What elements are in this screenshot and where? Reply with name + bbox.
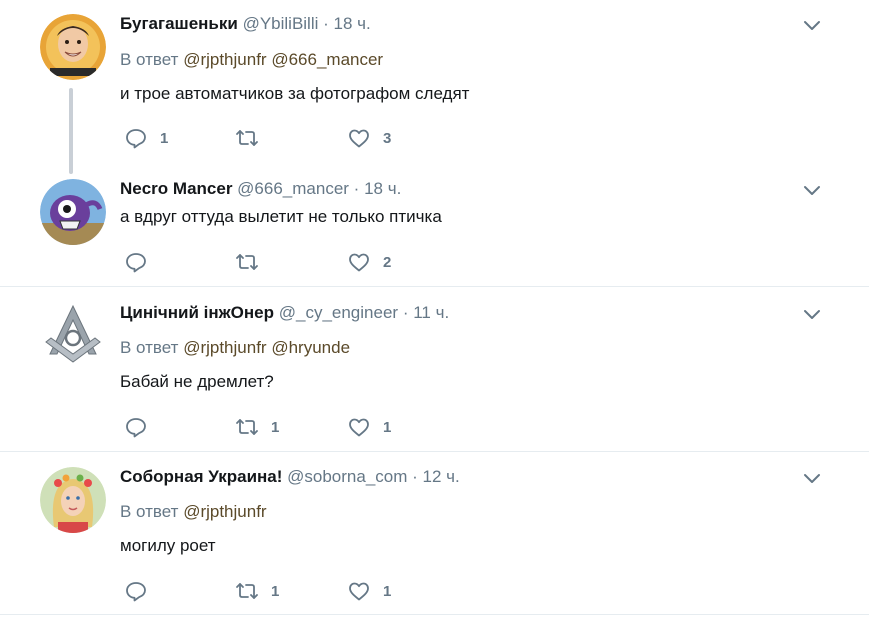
tweet-text: а вдруг оттуда вылетит не только птичка (120, 207, 442, 226)
reply-prefix: В ответ (120, 338, 179, 357)
reply-button[interactable] (124, 580, 160, 602)
retweet-count: 1 (271, 418, 280, 436)
display-name[interactable]: Соборная Украина! (120, 467, 282, 486)
like-button[interactable]: 3 (347, 127, 391, 149)
separator-dot: · (402, 303, 409, 322)
chevron-down-icon[interactable] (803, 472, 821, 484)
username[interactable]: @_cy_engineer (279, 303, 398, 322)
retweet-icon (236, 419, 258, 435)
reply-prefix: В ответ (120, 50, 179, 69)
chevron-down-icon[interactable] (803, 19, 821, 31)
tweet-text: могилу роет (120, 536, 216, 555)
tweet-divider (0, 614, 869, 615)
retweet-icon (236, 583, 258, 599)
reply-context: В ответ @rjpthjunfr @666_mancer (120, 50, 383, 70)
avatar-image (40, 179, 106, 245)
retweet-icon (236, 130, 258, 146)
like-count: 2 (383, 253, 392, 271)
separator-dot: · (353, 179, 360, 198)
timestamp[interactable]: 18 ч. (334, 14, 371, 33)
retweet-count: 1 (271, 582, 280, 600)
like-count: 1 (383, 418, 392, 436)
tweet-header: Necro Mancer @666_mancer · 18 ч. (120, 179, 401, 199)
tweet-header: Цинічний інжОнер @_cy_engineer · 11 ч. (120, 303, 449, 323)
retweet-button[interactable]: 1 (235, 580, 279, 602)
timestamp[interactable]: 12 ч. (423, 467, 460, 486)
reply-icon (126, 582, 146, 602)
mention-link[interactable]: @rjpthjunfr (183, 502, 266, 521)
like-button[interactable]: 1 (347, 580, 391, 602)
avatar[interactable] (40, 14, 106, 80)
tweet-header: Соборная Украина! @soborna_com · 12 ч. (120, 467, 460, 487)
like-icon (349, 582, 369, 601)
username[interactable]: @YbiliBilli (243, 14, 319, 33)
mention-link[interactable]: @rjpthjunfr (183, 50, 266, 69)
tweet-divider (0, 286, 869, 287)
avatar-image (40, 14, 106, 80)
like-icon (349, 129, 369, 148)
username[interactable]: @soborna_com (287, 467, 407, 486)
tweet-text: Бабай не дремлет? (120, 372, 274, 391)
like-button[interactable]: 1 (347, 416, 391, 438)
mention-link[interactable]: @hryunde (271, 338, 350, 357)
avatar[interactable] (40, 467, 106, 533)
username[interactable]: @666_mancer (237, 179, 349, 198)
reply-button[interactable]: 1 (124, 127, 168, 149)
retweet-button[interactable] (235, 127, 271, 149)
mention-link[interactable]: @rjpthjunfr (183, 338, 266, 357)
separator-dot: · (323, 14, 329, 33)
like-count: 3 (383, 129, 392, 147)
avatar[interactable] (40, 302, 106, 368)
timestamp[interactable]: 18 ч. (364, 179, 401, 198)
chevron-down-icon[interactable] (803, 308, 821, 320)
timestamp[interactable]: 11 ч. (413, 303, 449, 322)
retweet-button[interactable]: 1 (235, 416, 279, 438)
reply-count: 1 (160, 129, 169, 147)
reply-icon (126, 129, 146, 149)
reply-button[interactable] (124, 251, 160, 273)
reply-icon (126, 418, 146, 438)
like-count: 1 (383, 582, 392, 600)
like-icon (349, 418, 369, 437)
tweet-text: и трое автоматчиков за фотографом следят (120, 84, 470, 103)
avatar[interactable] (40, 179, 106, 245)
tweet-header: Бугагашеньки @YbiliBilli · 18 ч. (120, 14, 371, 34)
like-icon (349, 253, 369, 272)
reply-prefix: В ответ (120, 502, 179, 521)
chevron-down-icon[interactable] (803, 184, 821, 196)
avatar-image (40, 467, 106, 533)
reply-button[interactable] (124, 416, 160, 438)
reply-context: В ответ @rjpthjunfr @hryunde (120, 338, 350, 358)
display-name[interactable]: Цинічний інжОнер (120, 303, 274, 322)
thread-connector (69, 88, 73, 174)
retweet-button[interactable] (235, 251, 271, 273)
display-name[interactable]: Necro Mancer (120, 179, 232, 198)
display-name[interactable]: Бугагашеньки (120, 14, 238, 33)
tweet-divider (0, 451, 869, 452)
reply-icon (126, 253, 146, 273)
reply-context: В ответ @rjpthjunfr (120, 502, 267, 522)
retweet-icon (236, 254, 258, 270)
separator-dot: · (412, 467, 418, 486)
avatar-image (40, 302, 106, 368)
mention-link[interactable]: @666_mancer (271, 50, 383, 69)
like-button[interactable]: 2 (347, 251, 391, 273)
